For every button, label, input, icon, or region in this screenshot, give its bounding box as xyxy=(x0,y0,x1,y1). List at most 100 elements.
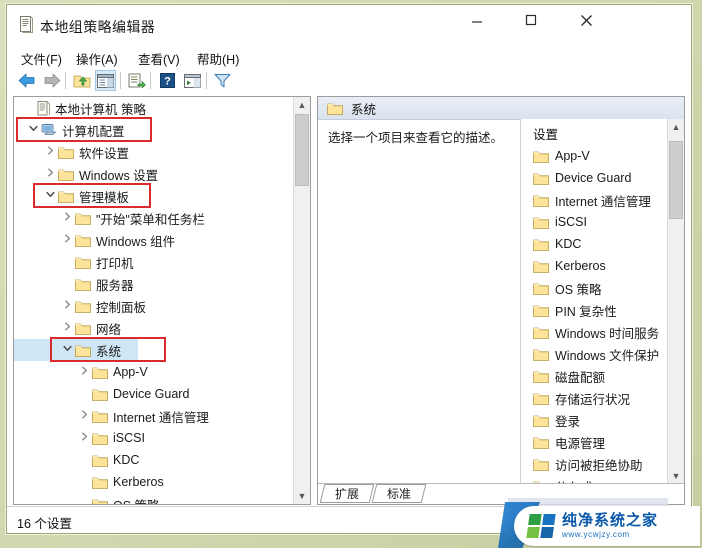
tree-item-11[interactable]: 系统 xyxy=(14,339,310,361)
content-area: 本地计算机 策略 计算机配置 软件设置 Windows 设置管理模板 "开始"菜单和任务… xyxy=(7,94,691,507)
folder-icon xyxy=(533,414,549,427)
folder-icon xyxy=(92,476,108,489)
settings-row[interactable]: App-V xyxy=(521,145,684,167)
settings-row[interactable]: 登录 xyxy=(521,409,684,431)
folder-icon xyxy=(75,300,91,313)
tree-item-4[interactable]: 管理模板 xyxy=(14,185,310,207)
minimize-button[interactable] xyxy=(454,5,500,35)
tree-item-label: 控制面板 xyxy=(96,300,147,315)
tree-item-5[interactable]: "开始"菜单和任务栏 xyxy=(14,207,310,229)
tree-twisty-collapsed[interactable] xyxy=(77,432,92,444)
tree-scrollbar-thumb[interactable] xyxy=(295,114,309,186)
settings-row-label: Kerberos xyxy=(555,259,606,273)
tree-item-18[interactable]: OS 策略 xyxy=(14,493,310,505)
tree-item-12[interactable]: App-V xyxy=(14,361,310,383)
tree-scrollbar[interactable]: ▲ ▼ xyxy=(293,97,310,504)
tree-twisty-expanded[interactable] xyxy=(60,344,75,356)
scroll-down-icon[interactable]: ▼ xyxy=(668,468,684,484)
settings-row-label: Internet 通信管理 xyxy=(555,194,651,209)
tree-item-3[interactable]: Windows 设置 xyxy=(14,163,310,185)
tree-item-10[interactable]: 网络 xyxy=(14,317,310,339)
back-button[interactable] xyxy=(16,70,37,91)
tree-item-6[interactable]: Windows 组件 xyxy=(14,229,310,251)
tree-root[interactable]: 本地计算机 策略 xyxy=(14,97,310,119)
tree-twisty-collapsed[interactable] xyxy=(60,322,75,334)
scroll-down-icon[interactable]: ▼ xyxy=(294,488,310,504)
tree-twisty-collapsed[interactable] xyxy=(60,300,75,312)
tree-item-2[interactable]: 软件设置 xyxy=(14,141,310,163)
settings-row[interactable]: 电源管理 xyxy=(521,431,684,453)
filter-button[interactable] xyxy=(212,70,233,91)
tree-twisty-collapsed[interactable] xyxy=(60,212,75,224)
settings-row[interactable]: PIN 复杂性 xyxy=(521,299,684,321)
export-list-button[interactable] xyxy=(126,70,147,91)
tree-item-label: 系统 xyxy=(96,344,122,359)
title-bar: 本地组策略编辑器 xyxy=(7,5,691,45)
folder-icon xyxy=(75,344,91,357)
scroll-up-icon[interactable]: ▲ xyxy=(668,119,684,135)
scroll-up-icon[interactable]: ▲ xyxy=(294,97,310,113)
settings-scrollbar[interactable]: ▲ ▼ xyxy=(667,119,684,484)
tree-item-13[interactable]: Device Guard xyxy=(14,383,310,405)
help-button[interactable]: ? xyxy=(157,70,178,91)
settings-row-label: Device Guard xyxy=(555,171,632,185)
show-hide-tree-icon xyxy=(97,73,114,88)
back-icon xyxy=(18,73,34,88)
console-tree[interactable]: 本地计算机 策略 计算机配置 软件设置 Windows 设置管理模板 "开始"菜单和任务… xyxy=(14,97,310,504)
settings-row[interactable]: 磁盘配额 xyxy=(521,365,684,387)
tree-item-15[interactable]: iSCSI xyxy=(14,427,310,449)
tree-item-9[interactable]: 控制面板 xyxy=(14,295,310,317)
folder-icon xyxy=(533,194,549,207)
tree-twisty-collapsed[interactable] xyxy=(77,366,92,378)
show-hide-tree-button[interactable] xyxy=(95,70,116,91)
policy-document-icon xyxy=(19,16,33,33)
settings-row[interactable]: Device Guard xyxy=(521,167,684,189)
settings-row[interactable]: 存储运行状况 xyxy=(521,387,684,409)
tree-twisty-collapsed[interactable] xyxy=(43,168,58,180)
tab-standard[interactable]: 标准 xyxy=(371,484,427,503)
toolbar-separator-2 xyxy=(120,72,121,89)
settings-row[interactable]: Kerberos xyxy=(521,255,684,277)
forward-button[interactable] xyxy=(41,70,62,91)
folder-icon xyxy=(533,326,549,339)
maximize-button[interactable] xyxy=(508,5,554,35)
settings-row[interactable]: OS 策略 xyxy=(521,277,684,299)
settings-scrollbar-thumb[interactable] xyxy=(669,141,683,219)
settings-row-label: 电源管理 xyxy=(555,436,606,451)
tab-extended[interactable]: 扩展 xyxy=(319,484,375,503)
up-folder-button[interactable] xyxy=(71,70,92,91)
settings-row[interactable]: KDC xyxy=(521,233,684,255)
settings-row-label: App-V xyxy=(555,149,590,163)
tree-twisty-expanded[interactable] xyxy=(26,124,41,136)
tree-item-label: Internet 通信管理 xyxy=(113,410,209,425)
tree-item-16[interactable]: KDC xyxy=(14,449,310,471)
settings-items[interactable]: App-V Device Guard Internet 通信管理 iSCSI KDC Ke… xyxy=(521,145,684,484)
result-pane: 系统 选择一个项目来查看它的描述。 设置 App-V Device Guard In… xyxy=(317,96,685,505)
settings-row[interactable]: 访问被拒绝协助 xyxy=(521,453,684,475)
folder-icon xyxy=(58,146,74,159)
tree-twisty-collapsed[interactable] xyxy=(77,410,92,422)
tree-item-label: 管理模板 xyxy=(79,190,130,205)
settings-list-panel: 设置 App-V Device Guard Internet 通信管理 iSCSI KD… xyxy=(520,119,684,484)
tree-item-17[interactable]: Kerberos xyxy=(14,471,310,493)
tree-item-8[interactable]: 服务器 xyxy=(14,273,310,295)
settings-row[interactable]: Internet 通信管理 xyxy=(521,189,684,211)
folder-icon xyxy=(75,212,91,225)
settings-row[interactable]: Windows 时间服务 xyxy=(521,321,684,343)
settings-row[interactable]: Windows 文件保护 xyxy=(521,343,684,365)
tree-twisty-collapsed[interactable] xyxy=(43,146,58,158)
properties-button[interactable] xyxy=(182,70,203,91)
export-list-icon xyxy=(128,73,146,88)
tree-twisty-expanded[interactable] xyxy=(43,190,58,202)
settings-row-label: 磁盘配额 xyxy=(555,370,606,385)
tree-item-14[interactable]: Internet 通信管理 xyxy=(14,405,310,427)
tree-item-1[interactable]: 计算机配置 xyxy=(14,119,310,141)
settings-row[interactable]: iSCSI xyxy=(521,211,684,233)
tree-twisty-collapsed[interactable] xyxy=(60,234,75,246)
close-button[interactable] xyxy=(563,5,609,35)
tree-item-7[interactable]: 打印机 xyxy=(14,251,310,273)
tree-item-label: KDC xyxy=(113,453,140,467)
folder-icon xyxy=(533,260,549,273)
folder-icon xyxy=(533,392,549,405)
tree-item-label: OS 策略 xyxy=(113,495,160,505)
